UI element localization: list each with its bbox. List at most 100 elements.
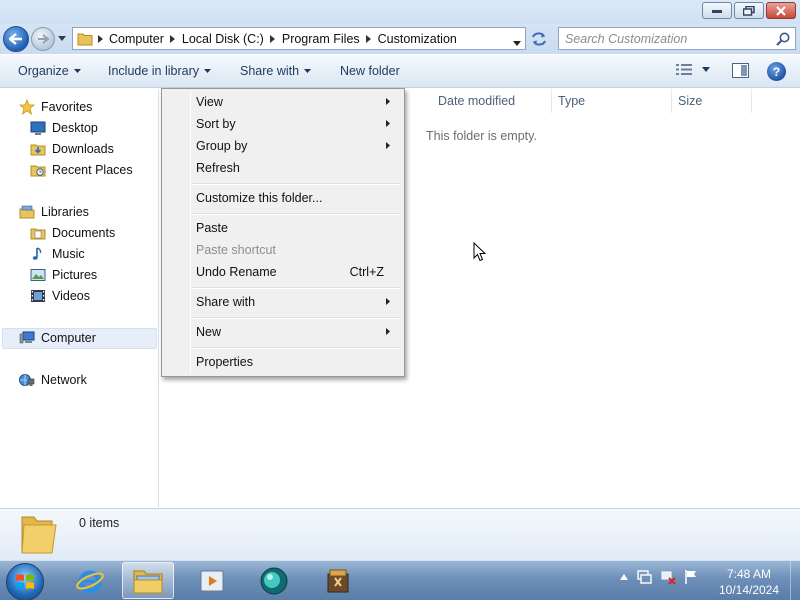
submenu-arrow-icon [386,142,390,149]
back-arrow-icon [9,33,22,45]
nav-item-label: Pictures [52,268,98,282]
column-header-date-modified[interactable]: Date modified [432,89,552,113]
restore-button[interactable] [734,2,764,19]
taskbar-messenger[interactable] [248,562,300,599]
show-hidden-icons-icon[interactable] [620,574,628,580]
taskbar-media-player[interactable] [186,562,238,599]
nav-item-pictures[interactable]: Pictures [30,267,97,283]
breadcrumb-local-disk[interactable]: Local Disk (C:) [180,28,266,49]
folder-icon [21,516,57,554]
nav-item-downloads[interactable]: Downloads [30,141,114,157]
menu-separator [192,287,400,289]
music-note-icon [32,247,42,260]
address-row: Computer Local Disk (C:) Program Files C… [0,24,800,54]
chevron-down-icon [204,69,212,73]
clock-date: 10/14/2024 [718,583,780,597]
documents-icon [30,228,46,240]
address-bar[interactable]: Computer Local Disk (C:) Program Files C… [72,27,526,50]
network-disconnected-icon[interactable] [660,569,676,585]
menu-item-label: Paste shortcut [196,243,276,257]
mouse-cursor-icon [473,242,487,262]
submenu-arrow-icon [386,98,390,105]
breadcrumb-separator[interactable] [266,34,280,43]
breadcrumb-separator[interactable] [166,34,180,43]
action-center-icon[interactable] [636,569,652,585]
new-folder-button[interactable]: New folder [340,64,400,78]
taskbar-archive-app[interactable] [312,562,364,599]
nav-item-libraries[interactable]: Libraries [19,204,89,220]
nav-item-network[interactable]: Network [19,372,87,388]
chevron-right-icon [97,34,103,43]
breadcrumb-customization[interactable]: Customization [376,28,459,49]
breadcrumb-separator[interactable] [93,34,107,43]
chevron-down-icon [304,69,312,73]
nav-item-desktop[interactable]: Desktop [30,120,98,136]
flag-icon[interactable] [684,569,698,585]
taskbar-windows-explorer[interactable] [122,562,174,599]
menu-separator [192,317,400,319]
close-icon [776,5,786,16]
nav-item-videos[interactable]: Videos [30,288,90,304]
column-header-label: Type [558,94,586,108]
clock-time: 7:48 AM [726,567,772,581]
back-button[interactable] [3,26,29,52]
close-button[interactable] [766,2,796,19]
nav-item-recent-places[interactable]: Recent Places [30,162,133,178]
nav-item-documents[interactable]: Documents [30,225,115,241]
taskbar-clock[interactable]: 7:48 AM 10/14/2024 [712,566,786,598]
menu-item-customize-folder[interactable]: Customize this folder... [165,187,401,209]
search-icon[interactable] [775,31,791,47]
menu-item-share-with[interactable]: Share with [165,291,401,313]
search-input[interactable]: Search Customization [559,32,775,46]
help-button[interactable]: ? [767,62,786,81]
context-menu: View Sort by Group by Refresh Customize … [161,88,405,377]
nav-item-label: Music [52,247,85,261]
chevron-down-icon [58,35,66,41]
restore-icon [743,5,755,16]
start-button[interactable] [6,563,44,600]
show-desktop-button[interactable] [790,561,800,600]
menu-item-paste[interactable]: Paste [165,217,401,239]
nav-item-computer[interactable]: Computer [19,330,96,346]
column-header-label: Date modified [438,94,516,108]
menu-item-undo-rename[interactable]: Undo Rename Ctrl+Z [165,261,401,283]
minimize-button[interactable] [702,2,732,19]
taskbar: 7:48 AM 10/14/2024 [0,560,800,600]
submenu-arrow-icon [386,120,390,127]
breadcrumb-computer[interactable]: Computer [107,28,166,49]
command-bar: Organize Include in library Share with N… [0,55,800,88]
column-header-size[interactable]: Size [672,89,752,113]
downloads-folder-icon [30,144,46,156]
column-header-type[interactable]: Type [552,89,672,113]
menu-item-refresh[interactable]: Refresh [165,157,401,179]
taskbar-internet-explorer[interactable] [64,562,116,599]
star-icon [19,99,35,115]
preview-pane-button[interactable] [732,63,749,81]
internet-explorer-icon [76,570,104,593]
breadcrumb-program-files[interactable]: Program Files [280,28,362,49]
menu-item-shortcut: Ctrl+Z [349,265,384,279]
menu-separator [192,347,400,349]
menu-item-view[interactable]: View [165,91,401,113]
menu-item-new[interactable]: New [165,321,401,343]
refresh-button[interactable] [528,27,550,50]
nav-item-favorites[interactable]: Favorites [19,99,92,115]
menu-item-sort-by[interactable]: Sort by [165,113,401,135]
organize-button[interactable]: Organize [18,64,81,78]
menu-item-properties[interactable]: Properties [165,351,401,373]
change-view-button[interactable] [676,63,710,76]
menu-item-label: Refresh [196,161,240,175]
menu-item-group-by[interactable]: Group by [165,135,401,157]
archive-app-icon [327,569,349,592]
search-box[interactable]: Search Customization [558,27,796,50]
breadcrumb-separator[interactable] [362,34,376,43]
address-history-button[interactable] [513,35,521,49]
nav-item-music[interactable]: Music [30,246,85,262]
forward-button[interactable] [31,27,55,51]
column-header-label: Size [678,94,703,108]
recent-pages-button[interactable] [57,33,67,43]
share-with-button[interactable]: Share with [240,64,312,78]
include-in-library-button[interactable]: Include in library [108,64,212,78]
breadcrumb-label: Local Disk (C:) [181,31,264,46]
nav-item-label: Desktop [52,121,98,135]
